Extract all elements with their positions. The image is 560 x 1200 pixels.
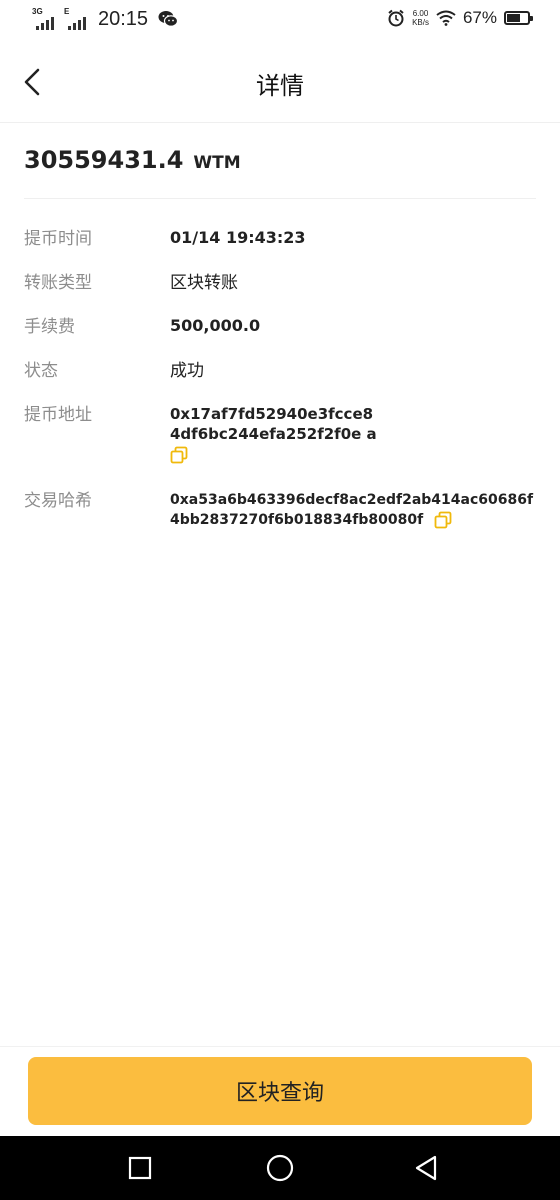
alarm-icon [388, 9, 404, 27]
signal-bars [36, 17, 54, 30]
status-left: 3G E 20:15 [30, 6, 179, 32]
fee-label: 手续费 [24, 317, 75, 337]
hash-line-2: 4bb2837270f6b018834fb80080f [170, 512, 424, 528]
detail-row-fee: 手续费 500,000.0 [24, 316, 544, 338]
detail-row-address: 提币地址 0x17af7fd52940e3fcce8 4df6bc244efa2… [24, 404, 544, 464]
nav-triangle-icon [415, 1155, 437, 1181]
signal-3g-icon: 3G [30, 6, 56, 32]
address-line-1: 0x17af7fd52940e3fcce8 [170, 405, 374, 423]
detail-row-status: 状态 成功 [24, 360, 544, 382]
nav-recents-button[interactable] [124, 1152, 156, 1184]
network-type-e: E [64, 7, 70, 16]
nav-circle-icon [266, 1154, 294, 1182]
speed-value: 6.00 [412, 9, 429, 18]
header: 详情 [0, 44, 560, 123]
amount-row: 30559431.4 WTM [24, 146, 536, 199]
address-value: 0x17af7fd52940e3fcce8 4df6bc244efa252f2f… [170, 404, 544, 464]
status-label: 状态 [24, 361, 58, 381]
hash-value: 0xa53a6b463396decf8ac2edf2ab414ac60686f … [170, 490, 544, 530]
type-value: 区块转账 [170, 273, 238, 293]
battery-icon [504, 11, 533, 25]
detail-row-type: 转账类型 区块转账 [24, 272, 544, 294]
wifi-icon [436, 10, 456, 26]
signal-e-icon: E [62, 6, 88, 32]
copy-hash-icon[interactable] [434, 511, 452, 529]
speed-unit: KB/s [412, 18, 429, 27]
details-list: 提币时间 01/14 19:43:23 转账类型 区块转账 手续费 500,00… [24, 228, 544, 552]
status-right: 6.00 KB/s 67% [387, 8, 533, 28]
wechat-icon [158, 11, 179, 27]
hash-line-1: 0xa53a6b463396decf8ac2edf2ab414ac60686f [170, 492, 534, 508]
copy-address-icon[interactable] [170, 446, 188, 464]
amount-unit: WTM [193, 153, 241, 173]
type-label: 转账类型 [24, 273, 92, 293]
hash-line-2-wrap: 4bb2837270f6b018834fb80080f [170, 510, 544, 530]
fee-value: 500,000.0 [170, 316, 261, 335]
status-time: 20:15 [98, 7, 149, 30]
system-nav-bar [0, 1136, 560, 1200]
address-label: 提币地址 [24, 405, 92, 425]
bottom-action-bar: 区块查询 [0, 1046, 560, 1137]
status-bar: 3G E 20:15 6.00 KB/s 67% [0, 0, 560, 44]
amount-value: 30559431.4 [24, 146, 184, 174]
battery-fill [507, 14, 520, 22]
page-title: 详情 [256, 72, 304, 100]
detail-row-time: 提币时间 01/14 19:43:23 [24, 228, 544, 250]
hash-label: 交易哈希 [24, 491, 92, 511]
nav-home-button[interactable] [264, 1152, 296, 1184]
nav-square-icon [128, 1156, 152, 1180]
detail-row-hash: 交易哈希 0xa53a6b463396decf8ac2edf2ab414ac60… [24, 490, 544, 530]
address-line-2: 4df6bc244efa252f2f0e a [170, 425, 377, 443]
time-value: 01/14 19:43:23 [170, 228, 306, 247]
network-speed: 6.00 KB/s [412, 9, 429, 27]
status-value: 成功 [170, 361, 204, 381]
nav-back-button[interactable] [410, 1152, 442, 1184]
time-label: 提币时间 [24, 229, 92, 249]
network-type-3g: 3G [32, 7, 43, 16]
block-query-button[interactable]: 区块查询 [28, 1057, 532, 1125]
battery-percent: 67% [462, 8, 497, 27]
signal-bars [68, 17, 86, 30]
